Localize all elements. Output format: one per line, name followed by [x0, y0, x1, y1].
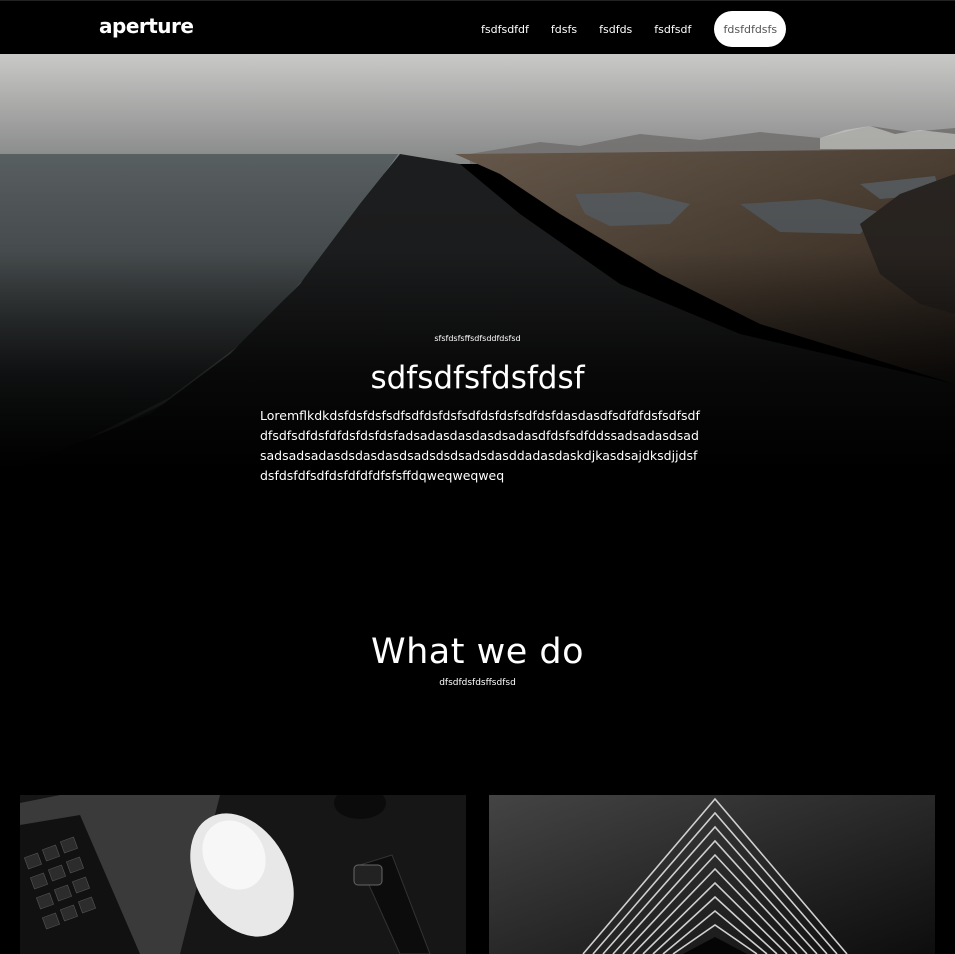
hero-eyebrow: sfsfdsfsffsdfsddfdsfsd [434, 334, 521, 343]
hero-body-text: Loremflkdkdsfdsfdsfsdfsdfdsfdsfsdfdsfdsf… [260, 408, 700, 483]
nav-cta-button[interactable]: fdsfdfdsfs [714, 11, 787, 47]
nav-link-3[interactable]: fsdfds [599, 23, 632, 36]
hero-background-image [0, 54, 955, 574]
nav-link-1[interactable]: fsdfsdfdf [481, 23, 529, 36]
what-we-do-subtitle: dfsdfdsfdsffsdfsd [439, 678, 516, 688]
nav-link-4[interactable]: fsdfsdf [654, 23, 691, 36]
hero-title: sdfsdfsfdsfdsf [370, 360, 585, 396]
hero-section: sfsfdsfsffsdfsddfdsfsd sdfsdfsfdsfdsf Lo… [0, 54, 955, 574]
nav-link-2[interactable]: fdsfs [551, 23, 577, 36]
nav-links: fsdfsdfdf fdsfs fsdfds fsdfsdf fdsfdfdsf… [470, 11, 787, 47]
logo[interactable]: aperture [99, 14, 194, 38]
what-we-do-title: What we do [370, 632, 584, 672]
top-navigation: aperture fsdfsdfdf fdsfs fsdfds fsdfsdf … [0, 0, 955, 54]
architecture-lines-photo [489, 795, 935, 954]
service-card-1[interactable] [20, 795, 466, 954]
service-card-2[interactable] [489, 795, 935, 954]
laptop-mouse-watch-photo [20, 795, 466, 954]
